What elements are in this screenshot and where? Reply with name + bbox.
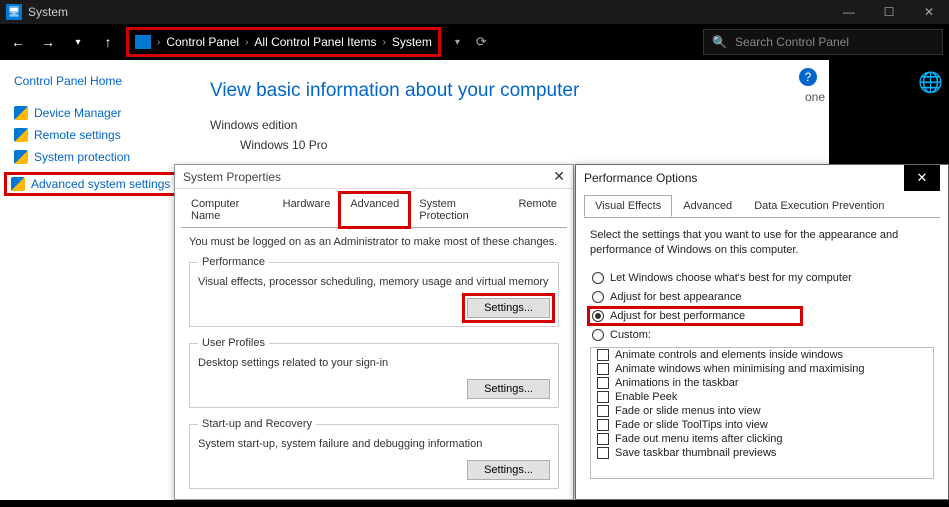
partial-text: one [805,90,825,104]
user-profiles-legend: User Profiles [198,337,269,349]
search-input[interactable]: 🔍 Search Control Panel [703,29,943,55]
user-profiles-desc: Desktop settings related to your sign-in [198,357,550,369]
radio-icon [592,291,604,303]
tab-dep[interactable]: Data Execution Prevention [743,195,895,217]
windows-edition-value: Windows 10 Pro [210,138,819,152]
radio-custom[interactable]: Custom: [590,328,934,342]
checkbox-icon [597,391,609,403]
perfopts-tabs: Visual Effects Advanced Data Execution P… [576,191,948,217]
check-enable-peek[interactable]: Enable Peek [591,390,933,404]
address-bar: ← → ▾ ↑ › Control Panel › All Control Pa… [0,24,949,60]
dialog-titlebar: System Properties ✕ [175,165,573,189]
left-nav: Control Panel Home Device Manager Remote… [0,60,180,500]
shield-icon [14,106,28,120]
close-icon[interactable]: ✕ [553,168,565,185]
control-panel-home-link[interactable]: Control Panel Home [14,74,172,88]
user-profiles-group: User Profiles Desktop settings related t… [189,337,559,408]
breadcrumb[interactable]: › Control Panel › All Control Panel Item… [126,27,441,57]
checkbox-icon [597,377,609,389]
dialog-title: System Properties [183,170,281,184]
close-button[interactable]: ✕ [909,0,949,24]
admin-note: You must be logged on as an Administrato… [189,236,559,248]
startup-legend: Start-up and Recovery [198,418,316,430]
radio-icon [592,329,604,341]
performance-settings-button[interactable]: Settings... [467,298,550,318]
shield-icon [11,177,25,191]
tab-hardware[interactable]: Hardware [273,193,341,227]
tab-remote[interactable]: Remote [508,193,567,227]
performance-options-dialog: Performance Options ✕ Visual Effects Adv… [575,164,949,500]
visual-effects-panel: Select the settings that you want to use… [584,217,940,489]
radio-let-windows-choose[interactable]: Let Windows choose what's best for my co… [590,271,934,285]
startup-settings-button[interactable]: Settings... [467,460,550,480]
check-fade-menu-items[interactable]: Fade out menu items after clicking [591,432,933,446]
help-icon[interactable]: ? [799,68,817,86]
radio-best-performance[interactable]: Adjust for best performance [590,309,800,323]
chevron-right-icon: › [382,37,385,48]
check-fade-tooltips[interactable]: Fade or slide ToolTips into view [591,418,933,432]
crumb-all-items[interactable]: All Control Panel Items [254,35,376,49]
sysprops-tabs: Computer Name Hardware Advanced System P… [175,189,573,227]
windows-edition-label: Windows edition [210,118,819,132]
system-icon: 🖥 [6,4,22,20]
refresh-button[interactable]: ⟳ [476,34,487,50]
crumb-system[interactable]: System [392,35,432,49]
crumb-control-panel[interactable]: Control Panel [166,35,239,49]
advanced-system-settings-link[interactable]: Advanced system settings [4,172,194,196]
user-profiles-settings-button[interactable]: Settings... [467,379,550,399]
close-button[interactable]: ✕ [904,165,940,191]
radio-icon [592,310,604,322]
chevron-right-icon: › [245,37,248,48]
performance-desc: Visual effects, processor scheduling, me… [198,276,550,288]
system-properties-dialog: System Properties ✕ Computer Name Hardwa… [174,164,574,500]
checkbox-icon [597,405,609,417]
dialog-title: Performance Options [584,171,697,185]
instructions: Select the settings that you want to use… [590,228,934,259]
maximize-button[interactable]: ☐ [869,0,909,24]
startup-recovery-group: Start-up and Recovery System start-up, s… [189,418,559,489]
chevron-right-icon: › [157,37,160,48]
shield-icon [14,150,28,164]
radio-best-appearance[interactable]: Adjust for best appearance [590,290,934,304]
checkbox-icon [597,363,609,375]
performance-group: Performance Visual effects, processor sc… [189,256,559,327]
check-fade-menus[interactable]: Fade or slide menus into view [591,404,933,418]
tab-computer-name[interactable]: Computer Name [181,193,273,227]
checkbox-icon [597,433,609,445]
titlebar: 🖥 System — ☐ ✕ [0,0,949,24]
back-button[interactable]: ← [6,30,30,54]
remote-settings-link[interactable]: Remote settings [14,128,172,142]
advanced-panel: You must be logged on as an Administrato… [181,227,567,507]
tab-advanced[interactable]: Advanced [340,193,409,227]
up-button[interactable]: ↑ [96,30,120,54]
device-manager-link[interactable]: Device Manager [14,106,172,120]
check-save-thumbnails[interactable]: Save taskbar thumbnail previews [591,446,933,460]
tab-advanced[interactable]: Advanced [672,195,743,217]
forward-button[interactable]: → [36,30,60,54]
recent-dropdown[interactable]: ▾ [66,30,90,54]
system-protection-link[interactable]: System protection [14,150,172,164]
search-icon: 🔍 [712,35,727,49]
tab-visual-effects[interactable]: Visual Effects [584,195,672,217]
dialog-titlebar: Performance Options ✕ [576,165,948,191]
radio-icon [592,272,604,284]
address-dropdown[interactable]: ▾ [455,37,460,48]
checkbox-icon [597,349,609,361]
page-title: View basic information about your comput… [210,80,819,102]
search-placeholder: Search Control Panel [735,35,849,49]
check-taskbar-anim[interactable]: Animations in the taskbar [591,376,933,390]
minimize-button[interactable]: — [829,0,869,24]
window-title: System [28,5,829,19]
performance-legend: Performance [198,256,269,268]
effects-checklist[interactable]: Animate controls and elements inside win… [590,347,934,479]
shield-icon [14,128,28,142]
pc-icon [135,35,151,49]
tab-system-protection[interactable]: System Protection [409,193,508,227]
checkbox-icon [597,447,609,459]
checkbox-icon [597,419,609,431]
startup-desc: System start-up, system failure and debu… [198,438,550,450]
check-animate-controls[interactable]: Animate controls and elements inside win… [591,348,933,362]
check-animate-windows[interactable]: Animate windows when minimising and maxi… [591,362,933,376]
globe-icon: 🌐 [918,70,943,95]
